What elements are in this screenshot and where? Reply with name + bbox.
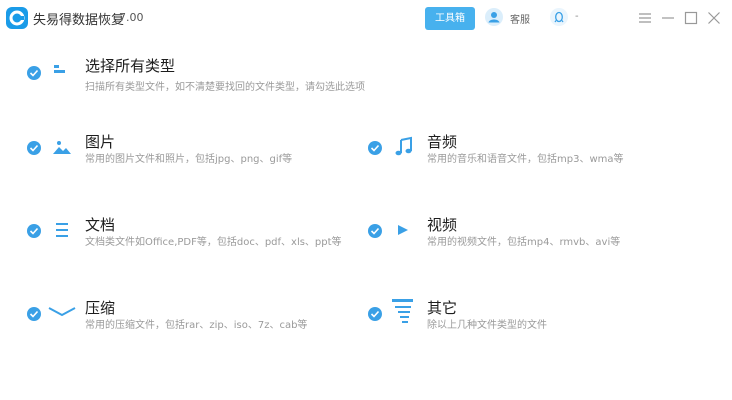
minimize-icon xyxy=(662,17,674,19)
checkbox-checked-icon[interactable] xyxy=(27,66,41,80)
service-label: 客服 xyxy=(510,15,530,26)
category-description: 文档类文件如Office,PDF等，包括doc、pdf、xls、ppt等 xyxy=(85,237,342,248)
category-title: 文档 xyxy=(85,216,116,234)
video-icon xyxy=(398,225,408,235)
document-icon xyxy=(56,223,68,237)
qq-label: - xyxy=(575,11,579,22)
category-title: 音频 xyxy=(427,133,458,151)
category-title: 图片 xyxy=(85,133,116,151)
category-description: 常用的压缩文件，包括rar、zip、iso、7z、cab等 xyxy=(85,320,308,331)
other-icon xyxy=(392,299,413,323)
checkbox-checked-icon[interactable] xyxy=(27,224,41,238)
music-icon xyxy=(395,136,412,156)
checkbox-checked-icon[interactable] xyxy=(368,307,382,321)
app-name: 失易得数据恢复 xyxy=(33,13,125,28)
menu-icon xyxy=(639,13,651,23)
image-icon xyxy=(53,141,71,154)
archive-icon xyxy=(48,307,76,317)
close-icon xyxy=(708,12,720,24)
category-description: 扫描所有类型文件，如不清楚要找回的文件类型，请勾选此选项 xyxy=(85,82,365,93)
category-title: 压缩 xyxy=(85,299,116,317)
maximize-button[interactable] xyxy=(683,10,699,26)
minimize-button[interactable] xyxy=(660,10,676,26)
toolbox-button[interactable]: 工具箱 xyxy=(425,7,475,30)
qq-icon xyxy=(550,8,568,26)
menu-button[interactable] xyxy=(637,10,653,26)
checkbox-checked-icon[interactable] xyxy=(27,141,41,155)
all-types-icon xyxy=(54,65,65,73)
checkbox-checked-icon[interactable] xyxy=(368,224,382,238)
category-title: 其它 xyxy=(427,299,458,317)
category-title: 选择所有类型 xyxy=(85,57,176,75)
checkbox-checked-icon[interactable] xyxy=(27,307,41,321)
checkbox-checked-icon[interactable] xyxy=(368,141,382,155)
app-version: 7.00 xyxy=(119,11,144,24)
app-logo xyxy=(6,7,28,29)
category-title: 视频 xyxy=(427,216,458,234)
title-bar: 失易得数据恢复 7.00 工具箱 客服 - xyxy=(0,0,732,38)
close-button[interactable] xyxy=(706,10,722,26)
category-description: 常用的视频文件，包括mp4、rmvb、avi等 xyxy=(427,237,621,248)
category-description: 常用的图片文件和照片，包括jpg、png、gif等 xyxy=(85,154,293,165)
category-description: 常用的音乐和语音文件，包括mp3、wma等 xyxy=(427,154,624,165)
user-icon xyxy=(485,8,503,26)
maximize-icon xyxy=(684,11,698,25)
category-description: 除以上几种文件类型的文件 xyxy=(427,320,547,331)
